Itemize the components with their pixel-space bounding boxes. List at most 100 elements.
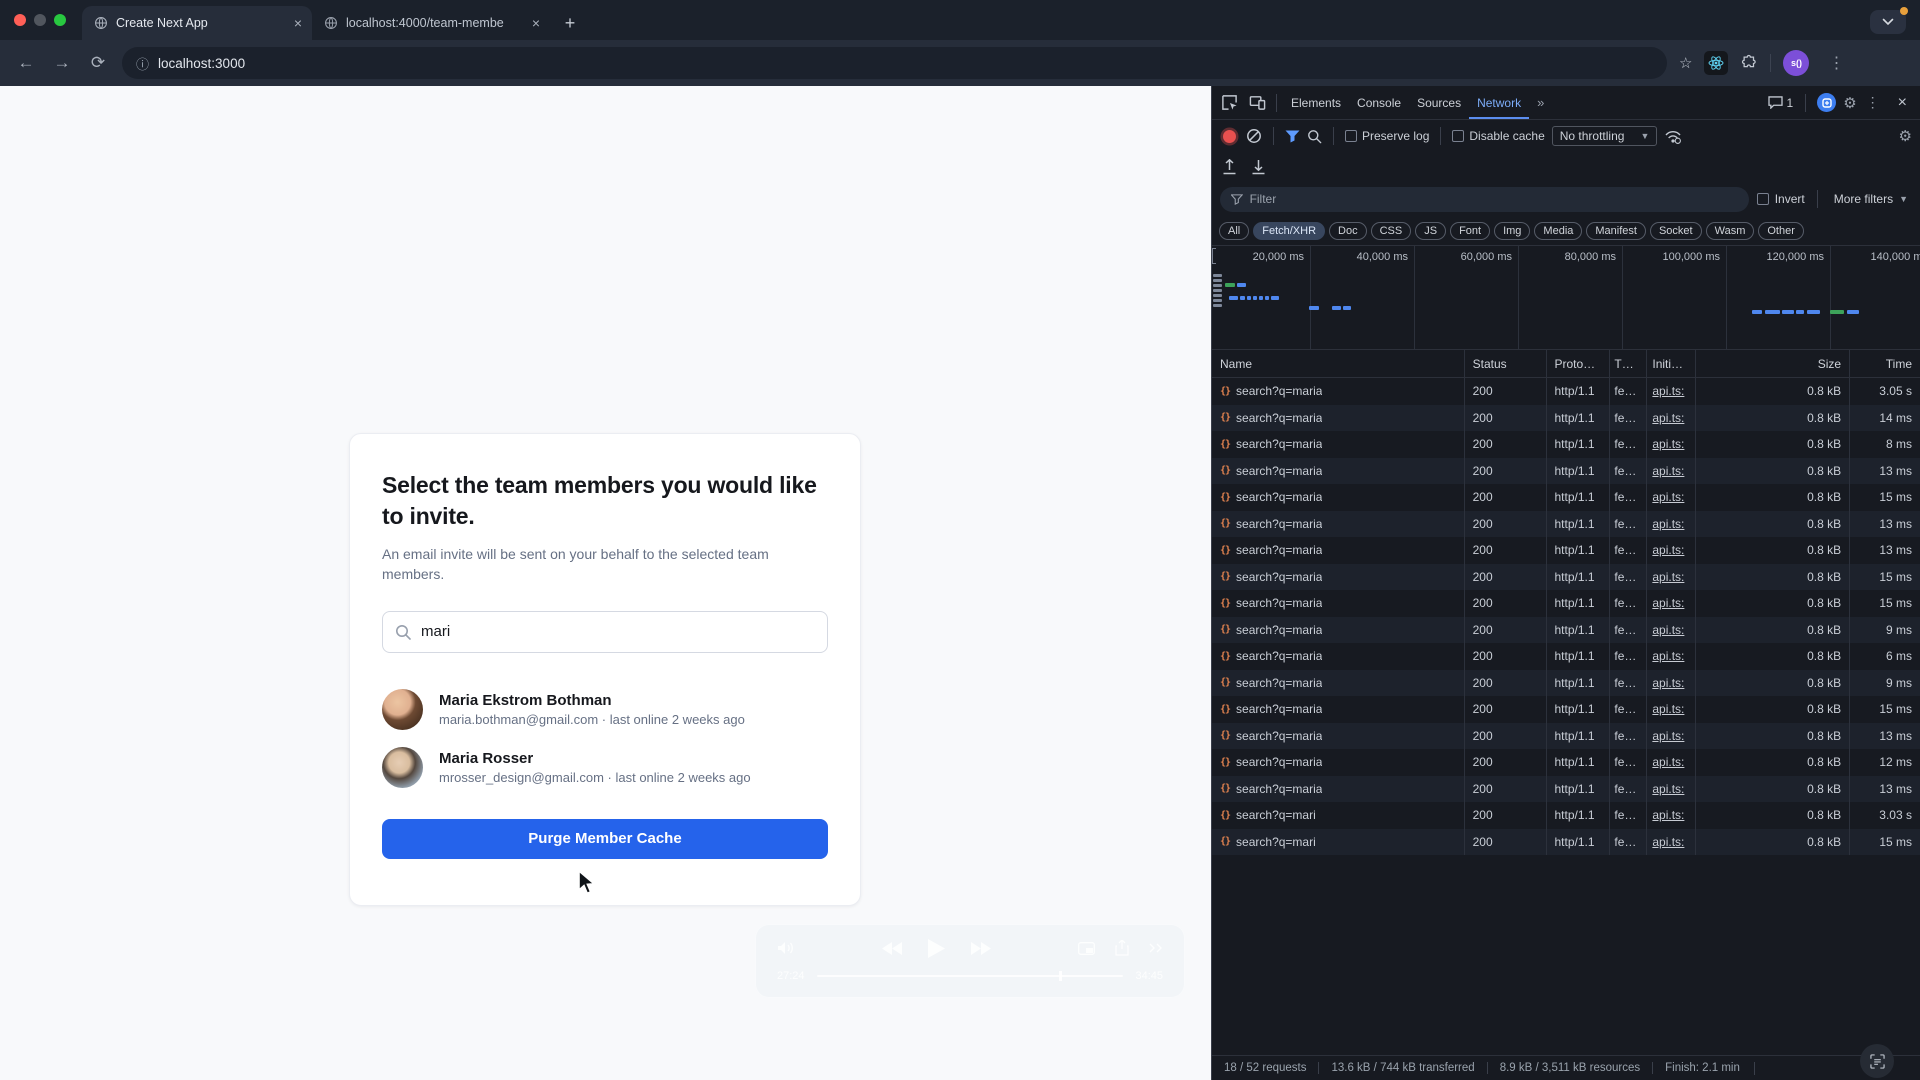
initiator-link[interactable]: api.ts: [1652, 755, 1684, 769]
member-search-input[interactable] [382, 610, 828, 653]
new-tab-button[interactable]: + [556, 9, 584, 37]
column-header-name[interactable]: Name [1212, 350, 1465, 377]
initiator-link[interactable]: api.ts: [1652, 623, 1684, 637]
initiator-link[interactable]: api.ts: [1652, 570, 1684, 584]
type-chip-fetch-xhr[interactable]: Fetch/XHR [1253, 221, 1326, 240]
initiator-link[interactable]: api.ts: [1652, 702, 1684, 716]
column-header-size[interactable]: Size [1696, 350, 1851, 377]
network-request-row[interactable]: {} search?q=maria 200 http/1.1 fe… api.ts: 0.8… [1212, 749, 1920, 776]
network-request-row[interactable]: {} search?q=mari 200 http/1.1 fe… api.ts: 0.8 … [1212, 802, 1920, 829]
initiator-link[interactable]: api.ts: [1652, 808, 1684, 822]
initiator-link[interactable]: api.ts: [1652, 543, 1684, 557]
type-chip-css[interactable]: CSS [1370, 221, 1412, 240]
type-chip-js[interactable]: JS [1415, 221, 1447, 240]
inspect-element-icon[interactable] [1216, 90, 1242, 116]
devtools-settings-icon[interactable]: ⚙ [1843, 94, 1856, 112]
type-chip-img[interactable]: Img [1494, 221, 1531, 240]
initiator-link[interactable]: api.ts: [1652, 411, 1684, 425]
forward-button[interactable]: → [50, 53, 74, 73]
network-request-row[interactable]: {} search?q=maria 200 http/1.1 fe… api.ts: 0.8… [1212, 431, 1920, 458]
network-overview-timeline[interactable]: 20,000 ms 40,000 ms 60,000 ms 80,000 ms 100,… [1212, 246, 1920, 350]
profile-avatar[interactable]: s() [1783, 50, 1810, 76]
timeline-drag-handle[interactable] [1212, 248, 1216, 264]
initiator-link[interactable]: api.ts: [1652, 835, 1684, 849]
browser-tab-active[interactable]: Create Next App × [82, 6, 312, 40]
browser-menu-icon[interactable]: ⋮ [1821, 53, 1851, 73]
network-request-row[interactable]: {} search?q=maria 200 http/1.1 fe… api.ts: 0.8… [1212, 510, 1920, 537]
network-request-row[interactable]: {} search?q=maria 200 http/1.1 fe… api.ts: 0.8… [1212, 590, 1920, 617]
tab-close-icon[interactable]: × [532, 16, 540, 30]
initiator-link[interactable]: api.ts: [1652, 729, 1684, 743]
devtools-close-icon[interactable]: × [1889, 94, 1916, 112]
type-chip-manifest[interactable]: Manifest [1586, 221, 1646, 240]
record-network-log-button[interactable] [1223, 129, 1236, 143]
member-result[interactable]: Maria Rosser mrosser_design@gmail.com · … [382, 746, 828, 788]
network-request-row[interactable]: {} search?q=maria 200 http/1.1 fe… api.ts: 0.8… [1212, 696, 1920, 723]
search-network-icon[interactable] [1307, 129, 1322, 144]
type-chip-wasm[interactable]: Wasm [1705, 221, 1755, 240]
disable-cache-checkbox[interactable] [1452, 130, 1465, 142]
network-request-row[interactable]: {} search?q=maria 200 http/1.1 fe… api.ts: 0.8… [1212, 457, 1920, 484]
invert-filter-checkbox[interactable] [1756, 193, 1769, 205]
export-har-icon[interactable] [1222, 159, 1237, 175]
column-header-time[interactable]: Time [1850, 350, 1920, 377]
preserve-log-checkbox[interactable] [1345, 130, 1357, 142]
type-chip-media[interactable]: Media [1534, 221, 1583, 240]
tab-close-icon[interactable]: × [294, 16, 302, 30]
bookmark-star-icon[interactable]: ☆ [1679, 54, 1692, 72]
network-request-row[interactable]: {} search?q=maria 200 http/1.1 fe… api.ts: 0.8… [1212, 484, 1920, 511]
back-button[interactable]: ← [14, 53, 38, 73]
initiator-link[interactable]: api.ts: [1652, 464, 1684, 478]
network-conditions-icon[interactable] [1664, 129, 1682, 144]
device-toolbar-icon[interactable] [1244, 90, 1270, 116]
initiator-link[interactable]: api.ts: [1652, 782, 1684, 796]
column-header-type[interactable]: T… [1610, 350, 1648, 377]
filter-toggle-icon[interactable] [1285, 130, 1300, 143]
initiator-link[interactable]: api.ts: [1652, 384, 1684, 398]
extensions-puzzle-icon[interactable] [1740, 54, 1758, 72]
network-request-row[interactable]: {} search?q=maria 200 http/1.1 fe… api.ts: 0.8… [1212, 404, 1920, 431]
devtools-tab-elements[interactable]: Elements [1283, 86, 1349, 119]
tab-search-button[interactable] [1870, 7, 1908, 34]
initiator-link[interactable]: api.ts: [1652, 676, 1684, 690]
react-devtools-extension-icon[interactable] [1704, 51, 1729, 75]
devtools-menu-icon[interactable]: ⋮ [1859, 94, 1887, 111]
minimize-window-button[interactable] [34, 14, 46, 26]
site-info-icon[interactable]: ⓘ [136, 54, 149, 73]
type-chip-font[interactable]: Font [1450, 221, 1491, 240]
initiator-link[interactable]: api.ts: [1652, 490, 1684, 504]
network-filter-field[interactable] [1220, 186, 1749, 212]
close-window-button[interactable] [14, 14, 26, 26]
zoom-window-button[interactable] [54, 14, 66, 26]
column-header-proto[interactable]: Proto… [1547, 350, 1611, 377]
throttling-dropdown[interactable]: No throttling ▼ [1551, 126, 1658, 146]
devtools-sync-badge-icon[interactable] [1817, 93, 1837, 112]
network-request-row[interactable]: {} search?q=maria 200 http/1.1 fe… api.ts: 0.8… [1212, 775, 1920, 802]
type-chip-other[interactable]: Other [1758, 221, 1804, 240]
network-filter-input[interactable] [1249, 192, 1738, 206]
network-request-row[interactable]: {} search?q=mari 200 http/1.1 fe… api.ts: 0.8 … [1212, 828, 1920, 855]
issues-button[interactable]: 1 [1762, 96, 1800, 110]
initiator-link[interactable]: api.ts: [1652, 437, 1684, 451]
type-chip-socket[interactable]: Socket [1649, 221, 1702, 240]
initiator-link[interactable]: api.ts: [1652, 517, 1684, 531]
purge-member-cache-button[interactable]: Purge Member Cache [382, 818, 828, 859]
type-chip-doc[interactable]: Doc [1329, 221, 1367, 240]
network-request-row[interactable]: {} search?q=maria 200 http/1.1 fe… api.ts: 0.8… [1212, 616, 1920, 643]
network-settings-icon[interactable]: ⚙ [1899, 127, 1912, 145]
type-chip-all[interactable]: All [1219, 221, 1250, 240]
initiator-link[interactable]: api.ts: [1652, 649, 1684, 663]
column-header-status[interactable]: Status [1465, 350, 1547, 377]
address-bar[interactable]: ⓘ localhost:3000 [122, 47, 1667, 79]
network-request-row[interactable]: {} search?q=maria 200 http/1.1 fe… api.ts: 0.8… [1212, 563, 1920, 590]
clear-network-log-icon[interactable] [1246, 128, 1262, 144]
initiator-link[interactable]: api.ts: [1652, 596, 1684, 610]
network-request-row[interactable]: {} search?q=maria 200 http/1.1 fe… api.ts: 0.8… [1212, 669, 1920, 696]
devtools-tab-network[interactable]: Network [1469, 86, 1529, 119]
network-request-row[interactable]: {} search?q=maria 200 http/1.1 fe… api.ts: 0.8… [1212, 722, 1920, 749]
reload-button[interactable]: ⟳ [86, 53, 110, 73]
network-request-row[interactable]: {} search?q=maria 200 http/1.1 fe… api.ts: 0.8… [1212, 378, 1920, 405]
network-request-row[interactable]: {} search?q=maria 200 http/1.1 fe… api.ts: 0.8… [1212, 643, 1920, 670]
column-header-init[interactable]: Initi… [1647, 350, 1697, 377]
browser-tab-inactive[interactable]: localhost:4000/team-membe × [312, 6, 550, 40]
